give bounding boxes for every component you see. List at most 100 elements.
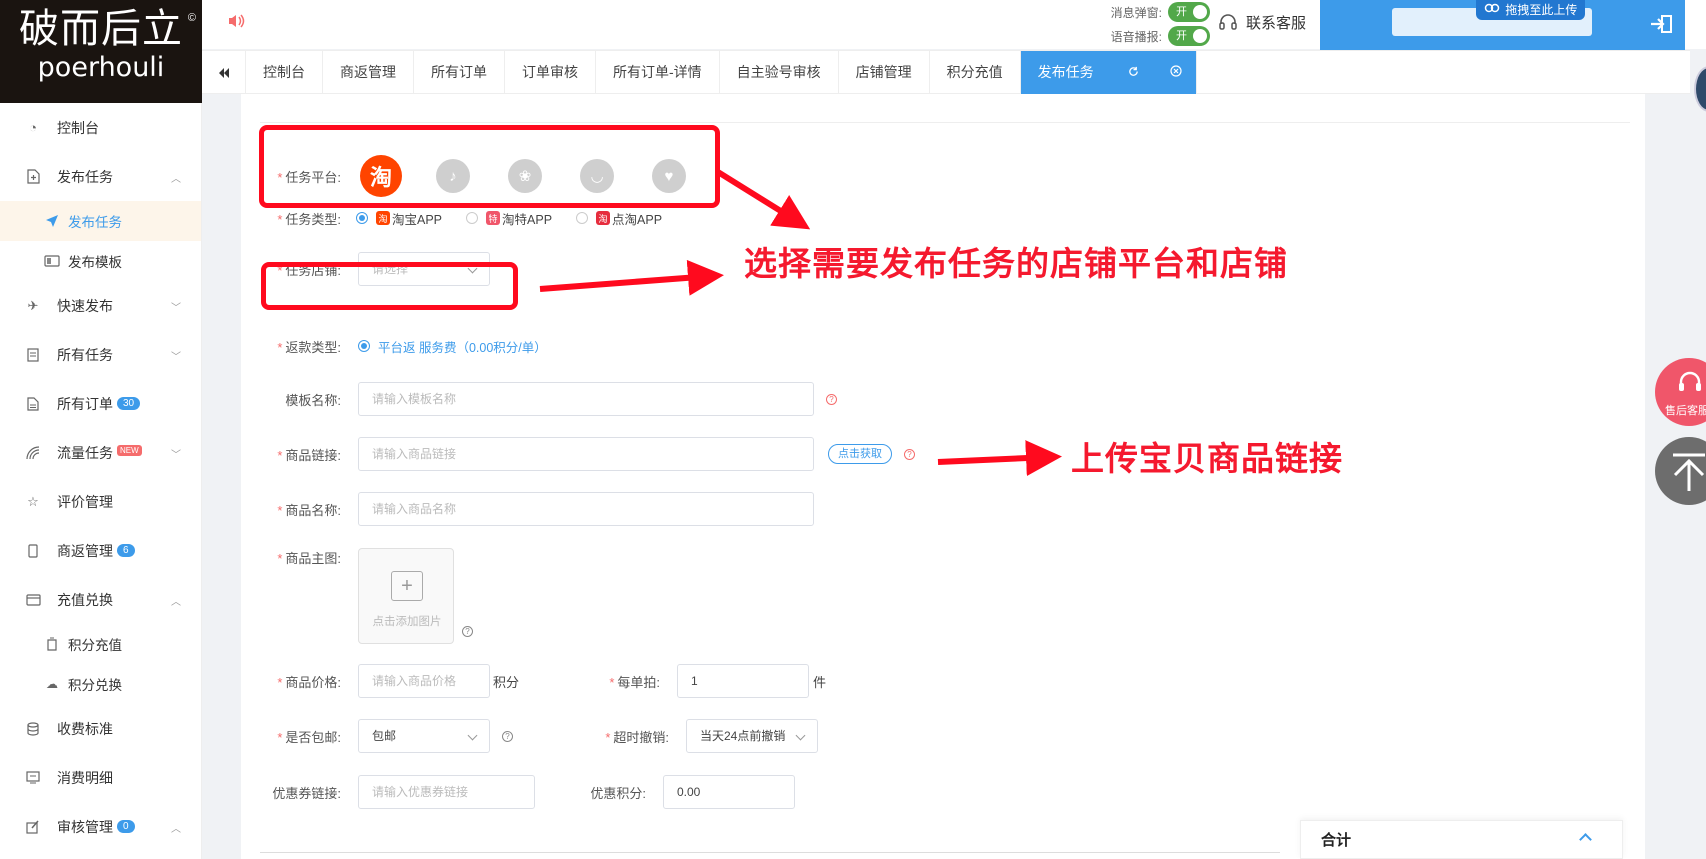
refresh-icon[interactable] xyxy=(1128,52,1139,95)
chevron-up-icon xyxy=(1579,833,1592,846)
sidebar-item-label: 充值兑换 xyxy=(57,591,113,608)
chevron-up-icon: ︿ xyxy=(171,824,181,835)
tab-self-verify[interactable]: 自主验号审核 xyxy=(720,51,839,94)
popup-toggle[interactable]: 开 xyxy=(1168,2,1210,22)
sidebar-item-label: 审核管理 xyxy=(57,818,113,835)
drag-upload-area[interactable]: 拖拽至此上传 xyxy=(1320,0,1685,50)
timeout-select[interactable]: 当天24点前撤销 xyxy=(686,719,818,753)
tab-publish-task[interactable]: 发布任务 xyxy=(1020,51,1198,95)
card-icon xyxy=(25,592,41,608)
back-to-top-button[interactable] xyxy=(1655,437,1706,505)
sidebar-item-audit[interactable]: 审核管理 0 ︿ xyxy=(0,802,201,851)
help-icon[interactable]: ? xyxy=(502,730,513,742)
price-input[interactable]: 请输入商品价格 xyxy=(358,664,490,698)
per-order-label: * 每单拍: xyxy=(609,674,661,690)
tab-order-detail[interactable]: 所有订单-详情 xyxy=(596,51,720,94)
sidebar-item-publish[interactable]: 发布任务 ︿ xyxy=(0,152,201,201)
fetch-button[interactable]: 点击获取 xyxy=(828,444,892,464)
sidebar-item-rebate[interactable]: 商返管理 6 xyxy=(0,526,201,575)
tab-points-recharge[interactable]: 积分充值 xyxy=(930,51,1021,94)
rebate-count-badge: 6 xyxy=(117,544,135,557)
avatar[interactable] xyxy=(1694,66,1706,112)
template-name-input[interactable]: 请输入模板名称 xyxy=(358,382,814,416)
coupon-input[interactable]: 请输入优惠券链接 xyxy=(358,775,535,809)
product-link-row: * 商品链接: 请输入商品链接 点击获取 ? xyxy=(241,437,915,471)
contact-service[interactable]: 联系客服 xyxy=(1218,12,1306,33)
sidebar-subitem-publish-template[interactable]: 发布模板 xyxy=(0,241,201,281)
per-order-input[interactable]: 1 xyxy=(677,664,810,698)
sidebar: ◔ 控制台 发布任务 ︿ 发布任务 发布模板 ✈ 快速发布 ﹀ 所有任务 ﹀ 所… xyxy=(0,103,202,859)
sidebar-item-console[interactable]: ◔ 控制台 xyxy=(0,103,201,152)
sidebar-subitem-points-exchange[interactable]: ☁ 积分兑换 xyxy=(0,664,201,704)
sidebar-subitem-publish-task[interactable]: 发布任务 xyxy=(0,201,201,241)
help-icon[interactable]: ? xyxy=(462,626,473,637)
plus-icon: + xyxy=(391,571,423,601)
after-sales-service-button[interactable]: 售后客服 xyxy=(1655,358,1706,426)
sidebar-item-fees[interactable]: 收费标准 xyxy=(0,704,201,753)
image-upload[interactable]: + 点击添加图片 xyxy=(358,548,454,644)
tab-rebate[interactable]: 商返管理 xyxy=(323,51,414,94)
link-icon xyxy=(1484,2,1502,17)
tab-order-audit[interactable]: 订单审核 xyxy=(505,51,596,94)
help-icon[interactable]: ? xyxy=(826,393,837,405)
sidebar-item-quick-publish[interactable]: ✈ 快速发布 ﹀ xyxy=(0,281,201,330)
product-name-label: * 商品名称: xyxy=(277,502,341,518)
voice-toggle[interactable]: 开 xyxy=(1168,26,1210,46)
divider xyxy=(260,852,1280,853)
sidebar-subitem-points-recharge[interactable]: 积分充值 xyxy=(0,624,201,664)
speaker-icon[interactable] xyxy=(228,13,248,33)
tab-publish-task-label: 发布任务 xyxy=(1037,64,1094,80)
task-type-label: * 任务类型: xyxy=(277,211,341,227)
collapse-icon[interactable] xyxy=(202,51,246,94)
upload-tip-text: 拖拽至此上传 xyxy=(1505,3,1578,17)
shipping-select[interactable]: 包邮 xyxy=(358,719,490,753)
list-icon xyxy=(25,347,41,363)
product-link-input[interactable]: 请输入商品链接 xyxy=(358,437,814,471)
annotation-box-shop xyxy=(261,262,518,310)
radio-taote-app[interactable]: 特淘特APP xyxy=(466,209,552,228)
sidebar-item-label: 收费标准 xyxy=(57,720,113,737)
coupon-points-input[interactable]: 0.00 xyxy=(663,775,795,809)
edit-icon xyxy=(25,819,41,835)
sidebar-item-consumption[interactable]: 消费明细 xyxy=(0,753,201,802)
template-name-row: 模板名称: 请输入模板名称 ? xyxy=(241,382,837,416)
radio-diantao-app[interactable]: 淘点淘APP xyxy=(576,209,662,228)
chevron-down-icon: ﹀ xyxy=(171,303,181,314)
tab-all-orders[interactable]: 所有订单 xyxy=(414,51,505,94)
diantao-app-icon: 淘 xyxy=(596,211,611,225)
upload-tip: 拖拽至此上传 xyxy=(1476,0,1586,20)
file-plus-icon xyxy=(25,169,41,185)
radio-taobao-app[interactable]: 淘淘宝APP xyxy=(356,209,442,228)
annotation-box-platform xyxy=(259,125,720,208)
sidebar-item-reviews[interactable]: ☆ 评价管理 xyxy=(0,477,201,526)
sidebar-item-traffic-tasks[interactable]: 流量任务 NEW ﹀ xyxy=(0,428,201,477)
close-tab-icon[interactable] xyxy=(1170,52,1183,95)
template-icon xyxy=(44,255,60,267)
phone-icon xyxy=(25,543,41,559)
help-icon[interactable]: ? xyxy=(904,448,915,460)
logo: 破而后立 poerhouli © xyxy=(0,0,202,103)
receipt-icon xyxy=(25,770,41,786)
tab-console[interactable]: 控制台 xyxy=(246,51,323,94)
logout-icon[interactable] xyxy=(1649,14,1672,34)
publish-task-form: * 任务平台: 淘 ♪ ❀ ◡ ♥ * 任务类型: 淘淘宝APP 特淘特APP 淘点… xyxy=(241,94,1645,859)
wallet-icon xyxy=(44,637,60,651)
taobao-app-icon: 淘 xyxy=(376,211,390,225)
orders-count-badge: 30 xyxy=(117,397,141,410)
taote-app-icon: 特 xyxy=(486,211,501,225)
audit-count-badge: 0 xyxy=(117,820,135,833)
sidebar-item-all-orders[interactable]: 所有订单 30 xyxy=(0,379,201,428)
notification-switches: 消息弹窗: 开 语音播报: 开 xyxy=(1060,0,1210,48)
tab-shop-manage[interactable]: 店铺管理 xyxy=(839,51,930,94)
product-image-label: * 商品主图: xyxy=(277,551,341,566)
total-panel[interactable]: 合计 xyxy=(1300,820,1623,859)
sidebar-item-all-tasks[interactable]: 所有任务 ﹀ xyxy=(0,330,201,379)
popup-label: 消息弹窗: xyxy=(1110,5,1162,20)
sidebar-item-recharge[interactable]: 充值兑换 ︿ xyxy=(0,575,201,624)
chevron-up-icon: ︿ xyxy=(171,597,181,608)
product-name-input[interactable]: 请输入商品名称 xyxy=(358,492,814,526)
timeout-label: * 超时撤销: xyxy=(605,729,669,745)
send-icon xyxy=(44,214,60,228)
radio-platform-refund[interactable]: 平台返 服务费（0.00积分/单） xyxy=(358,337,547,356)
chevron-down-icon: ﹀ xyxy=(171,450,181,461)
